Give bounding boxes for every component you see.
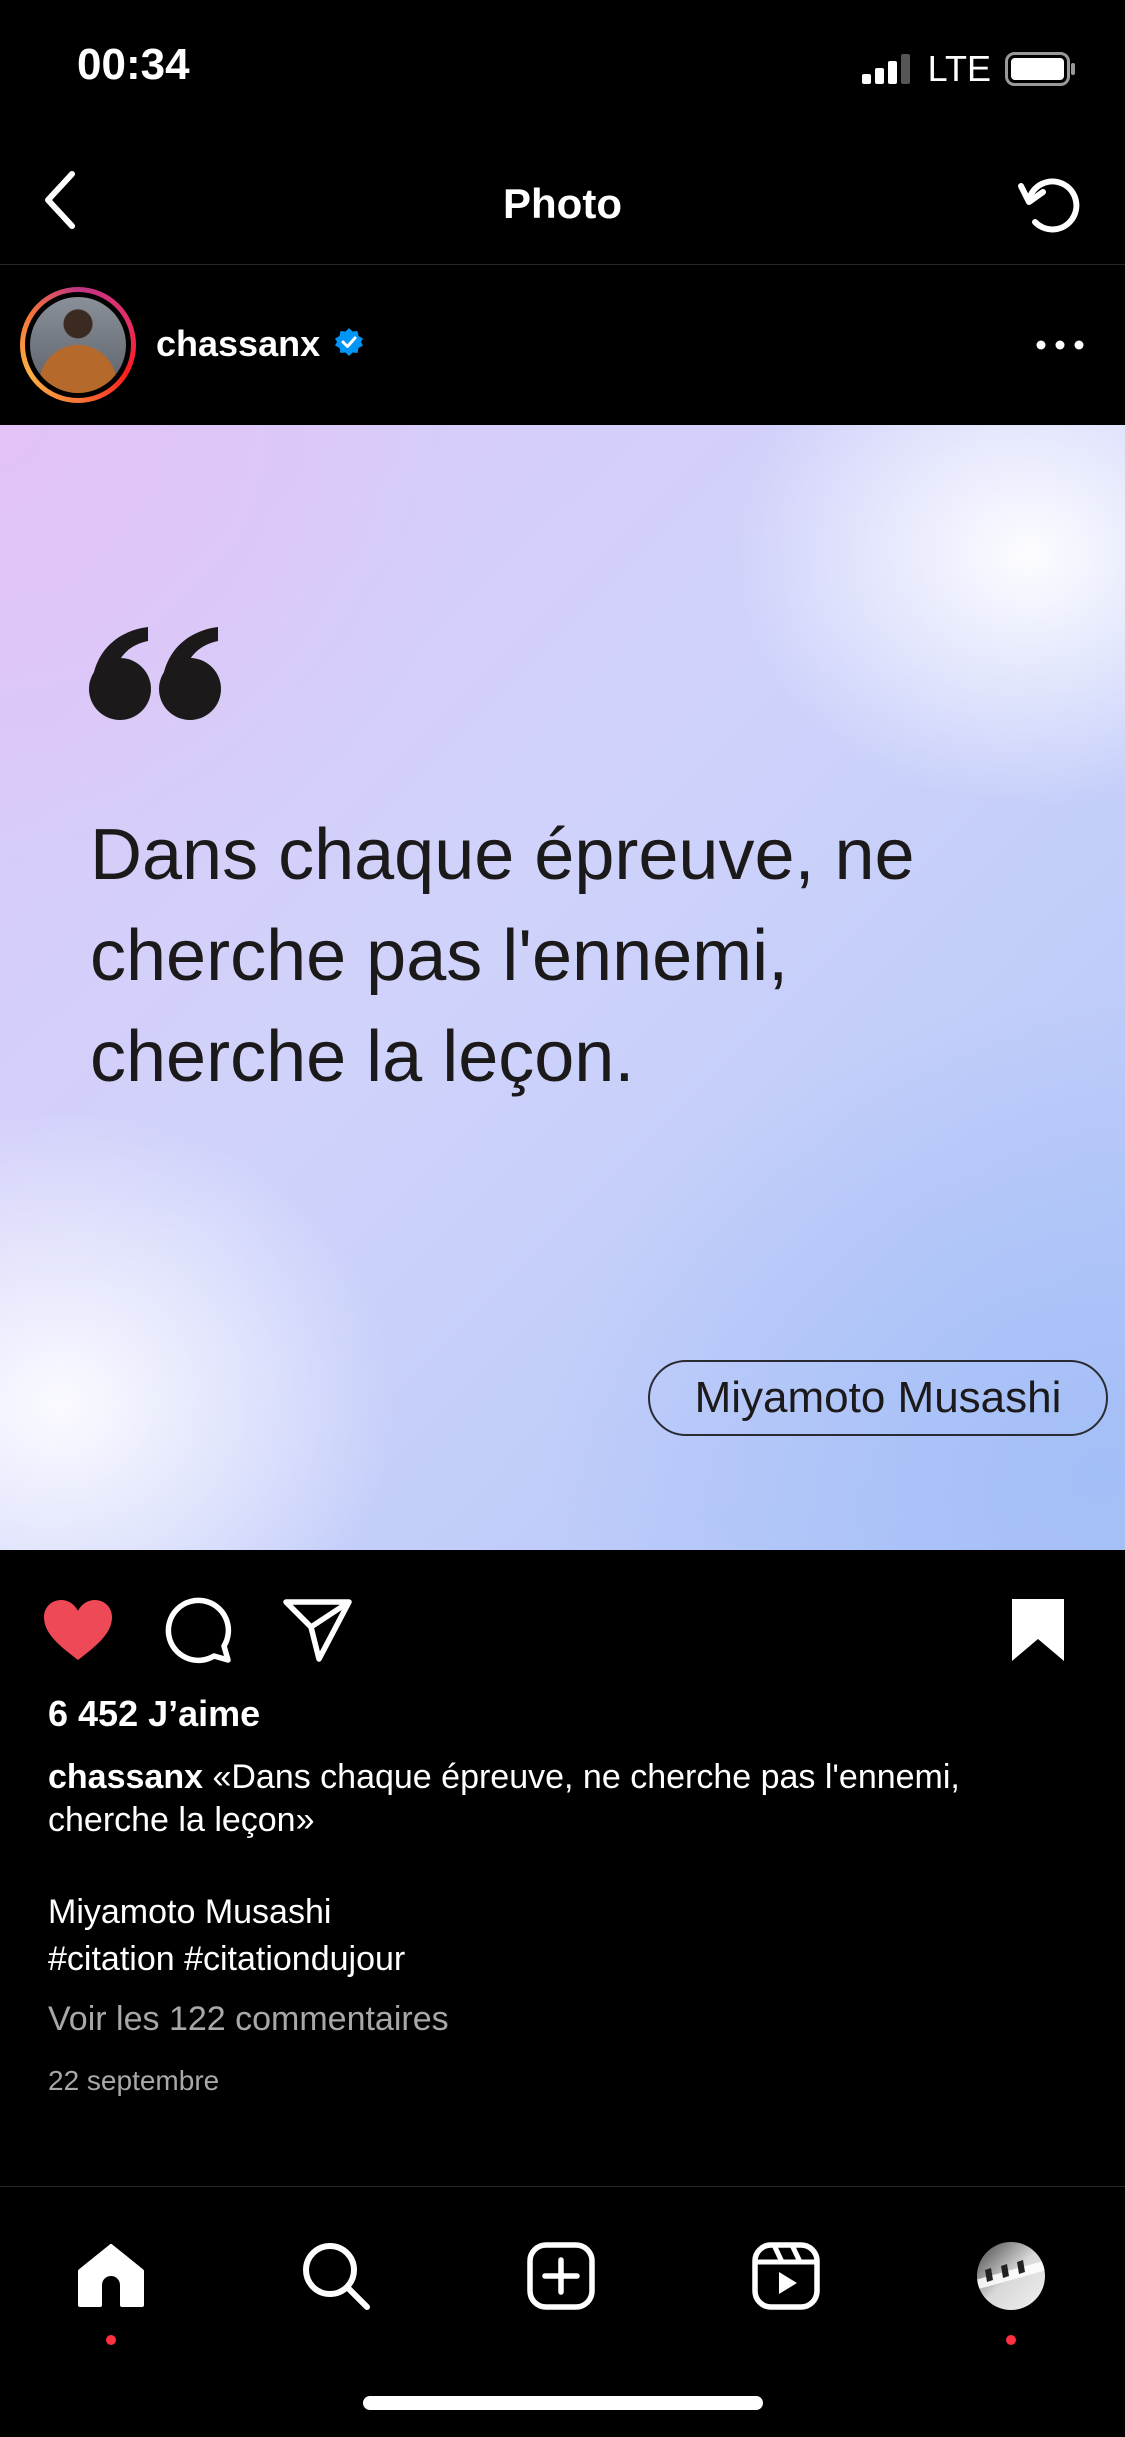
share-button[interactable]: [278, 1590, 358, 1670]
caption-username[interactable]: chassanx: [48, 1758, 203, 1796]
tab-create[interactable]: [516, 2231, 606, 2321]
post-date: 22 septembre: [48, 2065, 220, 2096]
view-comments-link[interactable]: Voir les 122 commentaires: [48, 2000, 449, 2039]
battery-icon: [1005, 52, 1075, 86]
avatar-image: [30, 297, 126, 393]
verified-badge-icon: [335, 328, 363, 356]
save-button[interactable]: [998, 1590, 1078, 1670]
caption: chassanx «Dans chaque épreuve, ne cherch…: [48, 1756, 1088, 1842]
username[interactable]: chassanx: [156, 323, 320, 365]
tab-search[interactable]: [291, 2231, 381, 2321]
refresh-button[interactable]: [1005, 160, 1095, 250]
quotation-mark-icon: [89, 627, 221, 720]
home-icon: [78, 2244, 144, 2307]
like-button[interactable]: [38, 1590, 118, 1670]
hashtags[interactable]: #citation #citationdujour: [48, 1940, 405, 1979]
comment-icon: [165, 1597, 232, 1664]
profile-notification-dot: [1006, 2335, 1016, 2345]
share-icon: [283, 1599, 352, 1662]
quote-author-pill: Miyamoto Musashi: [648, 1360, 1108, 1436]
tab-profile[interactable]: [966, 2231, 1056, 2321]
nav-header: Photo: [0, 140, 1125, 265]
more-icon: [1036, 340, 1084, 350]
network-label: LTE: [927, 48, 991, 89]
post-header: chassanx: [0, 265, 1125, 425]
profile-avatar: [977, 2242, 1045, 2310]
status-time: 00:34: [77, 40, 190, 89]
search-icon: [303, 2243, 370, 2310]
reels-icon: [752, 2242, 820, 2310]
home-notification-dot: [106, 2335, 116, 2345]
status-indicators: LTE: [861, 48, 1077, 90]
quote-text: Dans chaque épreuve, ne cherche pas l'en…: [90, 815, 915, 1097]
tab-reels[interactable]: [741, 2231, 831, 2321]
post-actions: [0, 1550, 1125, 1700]
status-bar: 00:34 LTE: [0, 0, 1125, 135]
home-indicator: [363, 2396, 763, 2410]
likes-count[interactable]: 6 452 J’aime: [48, 1693, 260, 1735]
comment-button[interactable]: [158, 1590, 238, 1670]
post-image[interactable]: Dans chaque épreuve, ne cherche pas l'en…: [0, 425, 1125, 1550]
avatar[interactable]: [20, 287, 136, 403]
create-icon: [527, 2242, 595, 2310]
tab-home[interactable]: [66, 2231, 156, 2321]
more-options-button[interactable]: [1025, 320, 1095, 370]
page-title: Photo: [503, 180, 622, 227]
refresh-icon: [1018, 178, 1080, 233]
heart-icon: [44, 1600, 112, 1660]
bookmark-icon: [1012, 1599, 1064, 1661]
caption-author: Miyamoto Musashi: [48, 1893, 332, 1931]
signal-icon: [861, 54, 910, 84]
